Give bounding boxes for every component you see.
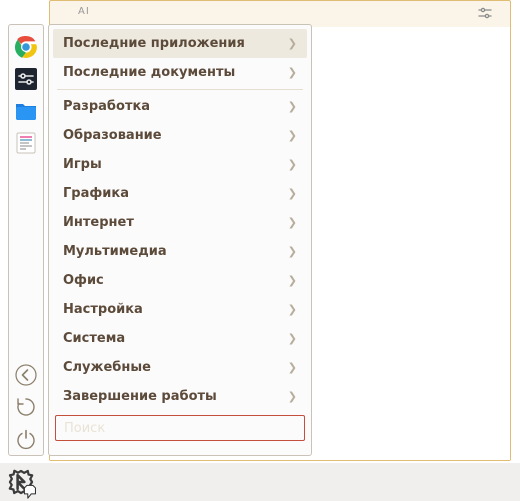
menu-item-label: Игры — [63, 157, 102, 172]
settings-sliders-icon[interactable] — [478, 7, 492, 19]
menu-cat-games[interactable]: Игры ❯ — [53, 150, 307, 179]
menu-recent-apps[interactable]: Последние приложения ❯ — [53, 29, 307, 58]
chevron-right-icon: ❯ — [288, 129, 297, 142]
menu-cat-shutdown[interactable]: Завершение работы ❯ — [53, 382, 307, 411]
chevron-right-icon: ❯ — [288, 187, 297, 200]
menu-cat-office[interactable]: Офис ❯ — [53, 266, 307, 295]
launcher-sidebar — [8, 24, 44, 456]
chevron-right-icon: ❯ — [288, 245, 297, 258]
chevron-right-icon: ❯ — [288, 390, 297, 403]
sidebar-app-settings[interactable] — [13, 66, 39, 92]
menu-cat-system[interactable]: Система ❯ — [53, 324, 307, 353]
restart-icon[interactable] — [13, 394, 39, 420]
power-icon[interactable] — [13, 426, 39, 452]
sidebar-app-text-document[interactable] — [13, 130, 39, 156]
menu-item-label: Графика — [63, 186, 129, 201]
chevron-right-icon: ❯ — [288, 274, 297, 287]
toolbar-hint: AI — [78, 6, 90, 17]
menu-item-label: Система — [63, 331, 125, 346]
chevron-right-icon: ❯ — [288, 100, 297, 113]
menu-item-label: Настройка — [63, 302, 143, 317]
menu-item-label: Последние приложения — [63, 36, 245, 51]
launcher-menu: Последние приложения ❯ Последние докумен… — [48, 24, 312, 456]
menu-cat-multimedia[interactable]: Мультимедиа ❯ — [53, 237, 307, 266]
chevron-right-icon: ❯ — [288, 361, 297, 374]
menu-item-label: Завершение работы — [63, 389, 217, 404]
menu-item-label: Разработка — [63, 99, 150, 114]
menu-cat-utilities[interactable]: Служебные ❯ — [53, 353, 307, 382]
menu-item-label: Последние документы — [63, 65, 235, 80]
menu-cat-development[interactable]: Разработка ❯ — [53, 92, 307, 121]
chevron-right-icon: ❯ — [288, 216, 297, 229]
kde-launcher-button[interactable] — [4, 465, 38, 499]
chevron-right-icon: ❯ — [288, 66, 297, 79]
menu-item-label: Интернет — [63, 215, 134, 230]
menu-item-label: Образование — [63, 128, 162, 143]
editor-toolbar: AI — [50, 1, 510, 26]
desktop-panel — [0, 463, 520, 501]
menu-item-label: Мультимедиа — [63, 244, 167, 259]
menu-item-label: Офис — [63, 273, 104, 288]
chevron-right-icon: ❯ — [288, 332, 297, 345]
menu-recent-docs[interactable]: Последние документы ❯ — [53, 58, 307, 87]
chevron-right-icon: ❯ — [288, 158, 297, 171]
sidebar-app-chrome[interactable] — [13, 34, 39, 60]
menu-separator — [57, 89, 303, 90]
menu-item-label: Служебные — [63, 360, 151, 375]
chevron-right-icon: ❯ — [288, 303, 297, 316]
back-icon[interactable] — [13, 362, 39, 388]
search-input[interactable] — [55, 415, 305, 441]
menu-cat-internet[interactable]: Интернет ❯ — [53, 208, 307, 237]
chevron-right-icon: ❯ — [288, 37, 297, 50]
sidebar-app-files[interactable] — [13, 98, 39, 124]
menu-cat-graphics[interactable]: Графика ❯ — [53, 179, 307, 208]
menu-cat-education[interactable]: Образование ❯ — [53, 121, 307, 150]
menu-cat-settings[interactable]: Настройка ❯ — [53, 295, 307, 324]
